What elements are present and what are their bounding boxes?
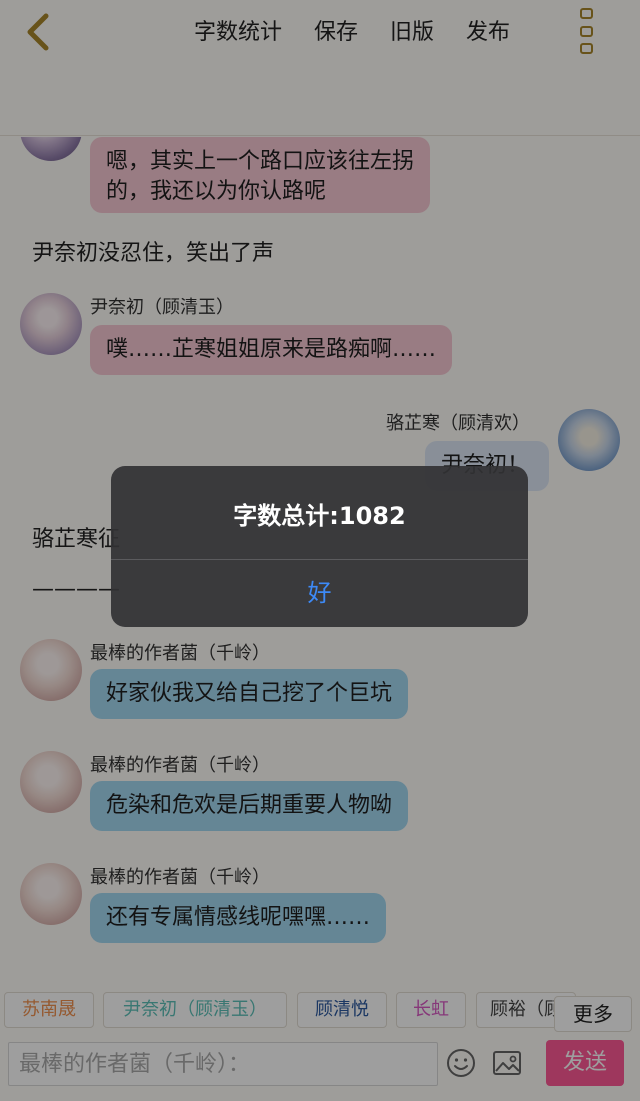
word-count-dialog: 字数总计:1082 好 [111,466,528,627]
ok-button[interactable]: 好 [111,560,528,627]
dialog-title: 字数总计:1082 [233,502,406,530]
